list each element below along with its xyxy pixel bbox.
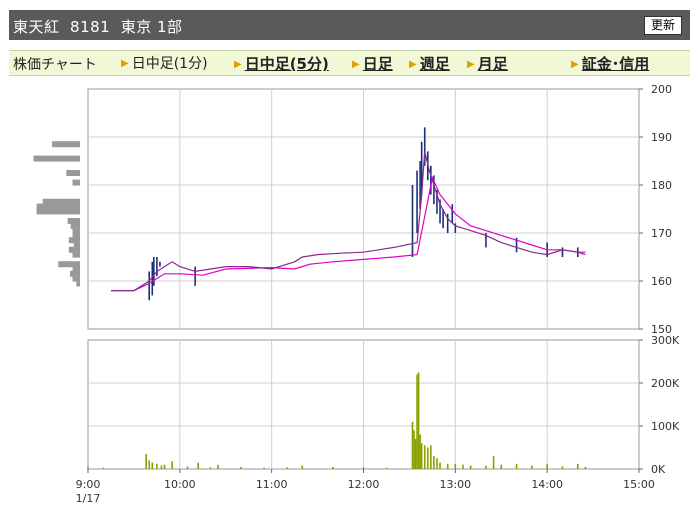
volume-profile-bar: [76, 280, 80, 287]
volume-bar: [145, 453, 147, 469]
volume-bar: [171, 461, 173, 469]
volume-bar: [186, 466, 189, 469]
volume-bar: [362, 467, 365, 469]
volume-profile-bar: [52, 141, 80, 148]
volume-bar: [419, 434, 421, 469]
x-tick-label: 14:00: [531, 478, 563, 491]
volume-bar: [426, 447, 429, 469]
volume-bar: [332, 466, 334, 469]
volume-profile-bar: [72, 179, 80, 186]
price-y-tick-label: 170: [651, 227, 672, 240]
volume-bar: [469, 465, 472, 469]
volume-bar: [561, 466, 564, 469]
volume-bar: [156, 463, 158, 469]
volume-bar: [163, 464, 166, 469]
volume-bar: [454, 463, 457, 469]
volume-bar: [485, 465, 487, 469]
x-tick-label: 10:00: [164, 478, 196, 491]
volume-bar: [411, 421, 414, 469]
price-y-tick-label: 190: [651, 131, 672, 144]
volume-profile-bar: [66, 170, 80, 176]
volume-profile-bar: [72, 251, 80, 258]
volume-bar: [417, 372, 420, 469]
x-tick-label: 15:00: [623, 478, 655, 491]
volume-bar: [420, 443, 423, 469]
moving-average-short-line: [111, 151, 586, 292]
volume-profile-bar: [36, 208, 80, 215]
volume-bar: [385, 467, 388, 469]
volume-y-tick-label: 300K: [651, 334, 680, 347]
volume-bar: [87, 466, 89, 469]
volume-bar: [414, 438, 417, 469]
volume-bar: [286, 467, 288, 469]
volume-profile-bar: [33, 155, 80, 162]
volume-bar: [217, 464, 219, 469]
volume-y-tick-label: 0K: [651, 463, 666, 476]
volume-bar: [576, 463, 579, 469]
volume-bar: [430, 445, 432, 469]
volume-y-tick-label: 200K: [651, 377, 680, 390]
price-y-tick-label: 200: [651, 83, 672, 96]
volume-bar: [263, 467, 265, 469]
price-y-tick-label: 160: [651, 275, 672, 288]
volume-bar: [584, 466, 587, 469]
moving-average-long-line: [111, 175, 586, 292]
x-tick-label: 9:00: [76, 478, 101, 491]
volume-bar: [148, 460, 151, 469]
volume-bar: [492, 456, 495, 469]
volume-bar: [301, 465, 304, 469]
x-tick-label: 13:00: [439, 478, 471, 491]
volume-bar: [413, 430, 415, 469]
date-label: 1/17: [76, 492, 101, 505]
price-y-tick-label: 180: [651, 179, 672, 192]
volume-bar: [546, 463, 548, 469]
x-tick-label: 12:00: [348, 478, 380, 491]
volume-bar: [436, 458, 438, 469]
volume-bar: [160, 465, 163, 469]
volume-bar: [423, 445, 426, 469]
volume-bar: [209, 467, 212, 469]
volume-bar: [531, 465, 533, 469]
volume-bar: [433, 456, 435, 469]
volume-bar: [462, 464, 464, 469]
x-tick-label: 11:00: [256, 478, 288, 491]
volume-bar: [240, 466, 242, 469]
volume-bar: [197, 462, 199, 469]
volume-bar: [102, 467, 105, 469]
stock-chart: 9:00 10:00 11:00 12:00 13:00 14:00 15:00 1/17 20…: [33, 83, 680, 505]
volume-bar: [439, 462, 441, 469]
volume-bar: [151, 462, 154, 469]
volume-bar: [446, 463, 449, 469]
volume-bar: [515, 463, 518, 469]
volume-y-tick-label: 100K: [651, 420, 680, 433]
volume-bar: [416, 374, 418, 469]
volume-bar: [500, 464, 503, 469]
